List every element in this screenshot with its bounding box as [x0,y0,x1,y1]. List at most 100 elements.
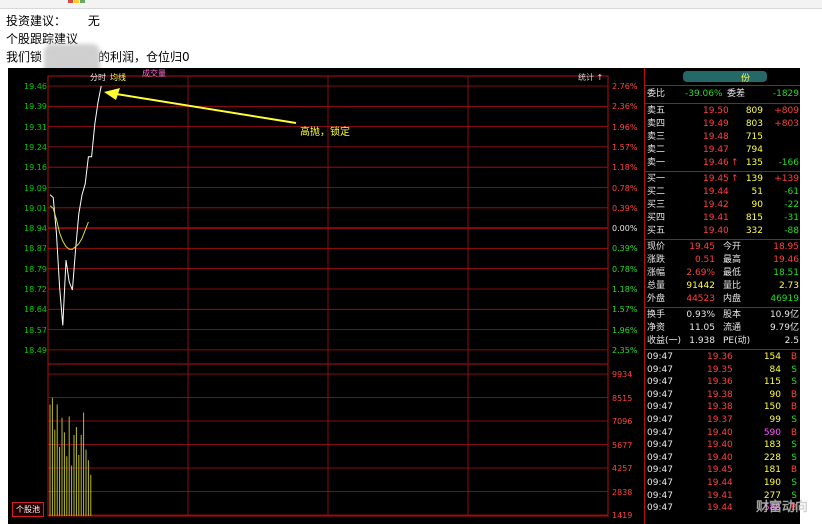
tick-price: 19.38 [707,389,733,400]
tick-price: 19.44 [707,503,733,514]
tick-side: S [791,364,797,375]
advice-label: 投资建议： [6,14,67,28]
ask-label: 卖二 [647,145,666,155]
divider [645,239,800,240]
tick-price: 19.38 [707,402,733,413]
bid-price: 19.42 [703,200,729,210]
volume-axis-label: 2838 [612,487,633,497]
bid-row: 买四 19.41 815 -31 [645,212,800,225]
tick-volume: 154 [763,352,781,362]
weicha-label: 委差 [727,89,746,99]
tick-time: 09:47 [647,415,673,425]
price-axis-label: 19.16 [24,163,47,173]
weicha-value: -1829 [772,89,799,99]
fund-value: 11.05 [689,323,715,333]
summary-suffix: 的利润，仓位归0 [98,50,190,64]
annotation-arrow-head [104,88,120,100]
stats-button[interactable]: 统计 ↑ [578,72,603,83]
tick-volume: 183 [763,440,781,451]
tick-volume: 228 [763,452,781,463]
tab-fenshi[interactable]: 分时 [90,72,106,83]
fund-label: 收益(一) [647,336,682,346]
ask-arrow: ↑ [731,158,739,168]
tick-time: 09:47 [647,452,673,463]
bid-price: 19.41 [703,213,729,223]
percent-axis-label: 1.18% [612,285,638,294]
percent-axis-label: 0.39% [612,203,638,213]
tick-row: 09:47 19.38 90 B [645,389,800,402]
percent-axis-label: 1.57% [612,142,638,152]
bid-row: 买五 19.40 332 -88 [645,225,800,238]
tab-chengjiaoliang[interactable]: 成交量 [142,68,166,79]
ask-row: 卖一 19.46 ↑ 135 -166 [645,157,800,170]
percent-axis-label: 2.36% [612,102,638,112]
top-toolbar-strip [0,0,822,9]
tick-price: 19.35 [707,364,733,375]
toolbar-icon-green [80,0,85,3]
bid-change: -22 [784,200,799,210]
ask-change: +809 [774,106,799,116]
stat-label: 涨跌 [647,255,666,265]
tick-time: 09:47 [647,478,673,488]
ask-row: 卖四 19.49 803 +803 [645,118,800,131]
ask-volume: 803 [745,119,763,129]
fund-label: 流通 [723,323,742,333]
bid-volume: 51 [751,187,763,197]
bid-volume: 90 [751,200,763,210]
tick-row: 09:47 19.40 183 S [645,439,800,452]
price-axis-label: 18.94 [24,224,47,234]
tick-row: 09:47 19.36 154 B [645,351,800,364]
percent-axis-label: 2.35% [612,345,638,355]
tick-time: 09:47 [647,490,673,501]
percent-axis-label: 0.78% [612,264,638,274]
stat-value: 91442 [686,281,715,291]
weibi-value: -39.06% [685,89,723,99]
bid-change: -88 [784,226,799,236]
tick-row: 09:47 19.40 590 B [645,427,800,440]
bid-row: 买二 19.44 51 -61 [645,186,800,199]
stat-value: 18.95 [773,242,799,252]
tick-row: 09:47 19.35 84 S [645,364,800,377]
ask-row: 卖三 19.48 715 [645,131,800,144]
percent-axis-label: 2.76% [612,82,638,91]
tick-row: 09:47 19.40 228 S [645,452,800,465]
stock-name-suffix: 份 [741,74,751,84]
divider [645,307,800,308]
tick-volume: 590 [763,427,781,438]
advice-line: 投资建议： 无 [6,14,100,28]
stat-value: 2.73 [778,281,799,291]
ask-price: 19.50 [703,106,729,116]
bid-label: 买一 [647,174,666,184]
fund-row: 净资 11.05 流通 9.79亿 [645,322,800,335]
price-axis-label: 19.09 [24,183,47,193]
stat-row: 涨幅 2.69% 最低 18.51 [645,267,800,280]
ask-label: 卖四 [647,119,666,129]
fund-value: 2.5 [784,336,799,346]
stat-label: 外盘 [647,294,666,304]
tick-volume: 84 [769,364,781,375]
stock-pool-tab[interactable]: 个股池 [12,502,44,517]
percent-axis-label: 0.39% [612,244,638,254]
tick-time: 09:47 [647,427,673,438]
stat-row: 涨跌 0.51 最高 19.46 [645,254,800,267]
tab-junxian[interactable]: 均线 [110,72,126,83]
fund-value: 0.93% [686,310,715,320]
price-line [49,85,102,326]
ask-price: 19.47 [703,145,729,155]
advice-value: 无 [87,14,100,28]
tick-side: S [791,377,797,388]
tick-price: 19.36 [707,352,733,362]
tick-side: B [790,465,797,476]
tick-volume: 190 [763,478,781,488]
stat-value: 18.51 [773,268,799,278]
ask-volume: 715 [745,132,763,142]
price-axis-label: 18.57 [24,325,47,335]
stock-name-blur [683,71,767,82]
tick-time: 09:47 [647,377,673,388]
bid-row: 买一 19.45 ↑ 139 +139 [645,173,800,186]
stat-label: 最低 [723,268,742,278]
tick-side: S [791,440,797,451]
bid-price: 19.40 [703,226,729,236]
bid-row: 买三 19.42 90 -22 [645,199,800,212]
stat-label: 量比 [723,281,742,291]
